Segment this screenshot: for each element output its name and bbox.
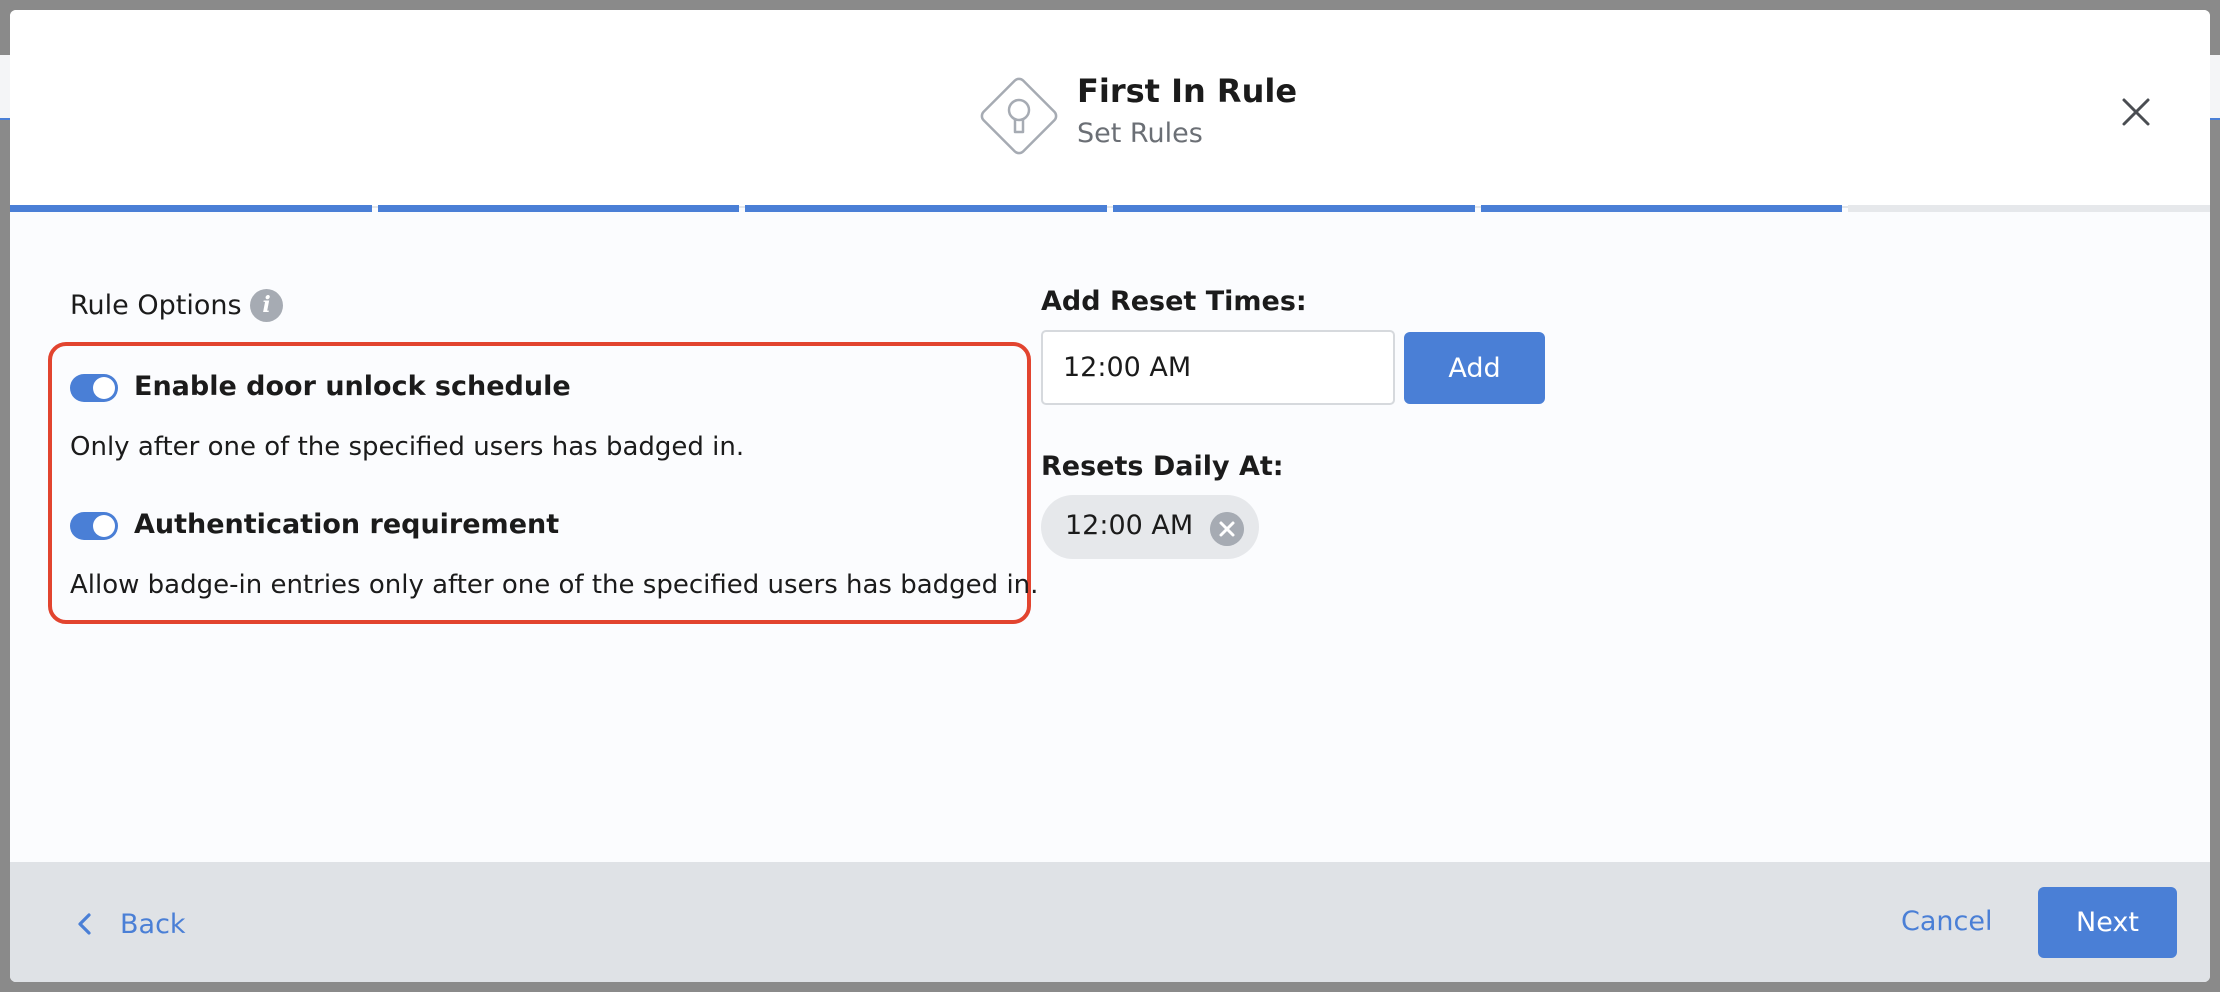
progress-step-fill xyxy=(745,205,1107,212)
modal-title: First In Rule xyxy=(1077,72,1298,110)
progress-step-1 xyxy=(10,205,372,212)
chevron-left-icon xyxy=(78,913,91,935)
rule-options-heading: Rule Options xyxy=(70,290,242,321)
back-button[interactable]: Back xyxy=(74,906,186,942)
progress-step-fill xyxy=(377,205,740,212)
reset-time-input[interactable] xyxy=(1041,330,1395,405)
add-reset-times-label: Add Reset Times: xyxy=(1041,286,1307,317)
toggle-knob xyxy=(93,515,115,537)
next-button[interactable]: Next xyxy=(2038,887,2177,958)
wizard-progress-bar xyxy=(10,205,2210,212)
modal-footer: Back Cancel Next xyxy=(10,862,2210,982)
progress-step-3 xyxy=(745,205,1107,212)
backdrop-tab-fragment-left xyxy=(0,55,10,120)
modal-subtitle: Set Rules xyxy=(1077,118,1203,149)
progress-step-4 xyxy=(1113,205,1475,212)
info-icon[interactable]: i xyxy=(250,289,283,322)
back-label: Back xyxy=(120,908,186,940)
progress-step-fill xyxy=(1480,205,1843,212)
reset-time-chip: 12:00 AM xyxy=(1041,495,1259,559)
first-in-rule-modal: First In Rule Set Rules Rule Options i E… xyxy=(10,10,2210,982)
option-label-door-unlock: Enable door unlock schedule xyxy=(134,371,571,402)
toggle-door-unlock-schedule[interactable] xyxy=(70,374,118,402)
toggle-knob xyxy=(93,377,115,399)
progress-step-fill xyxy=(1113,205,1475,212)
close-circle-icon[interactable] xyxy=(1210,512,1244,546)
progress-step-fill xyxy=(10,205,372,212)
resets-daily-label: Resets Daily At: xyxy=(1041,451,1284,482)
close-icon[interactable] xyxy=(2116,92,2156,132)
toggle-authentication-requirement[interactable] xyxy=(70,512,118,540)
progress-step-6 xyxy=(1848,205,2210,212)
keyhole-diamond-icon xyxy=(980,77,1058,155)
option-description-door-unlock: Only after one of the specified users ha… xyxy=(70,432,745,462)
add-reset-time-button[interactable]: Add xyxy=(1404,332,1545,404)
option-label-authentication: Authentication requirement xyxy=(134,509,560,540)
cancel-button[interactable]: Cancel xyxy=(1901,906,1992,937)
progress-step-5 xyxy=(1480,205,1843,212)
reset-time-chip-label: 12:00 AM xyxy=(1065,510,1194,541)
progress-step-2 xyxy=(377,205,740,212)
option-description-authentication: Allow badge-in entries only after one of… xyxy=(70,570,1039,600)
modal-header: First In Rule Set Rules xyxy=(10,10,2210,208)
